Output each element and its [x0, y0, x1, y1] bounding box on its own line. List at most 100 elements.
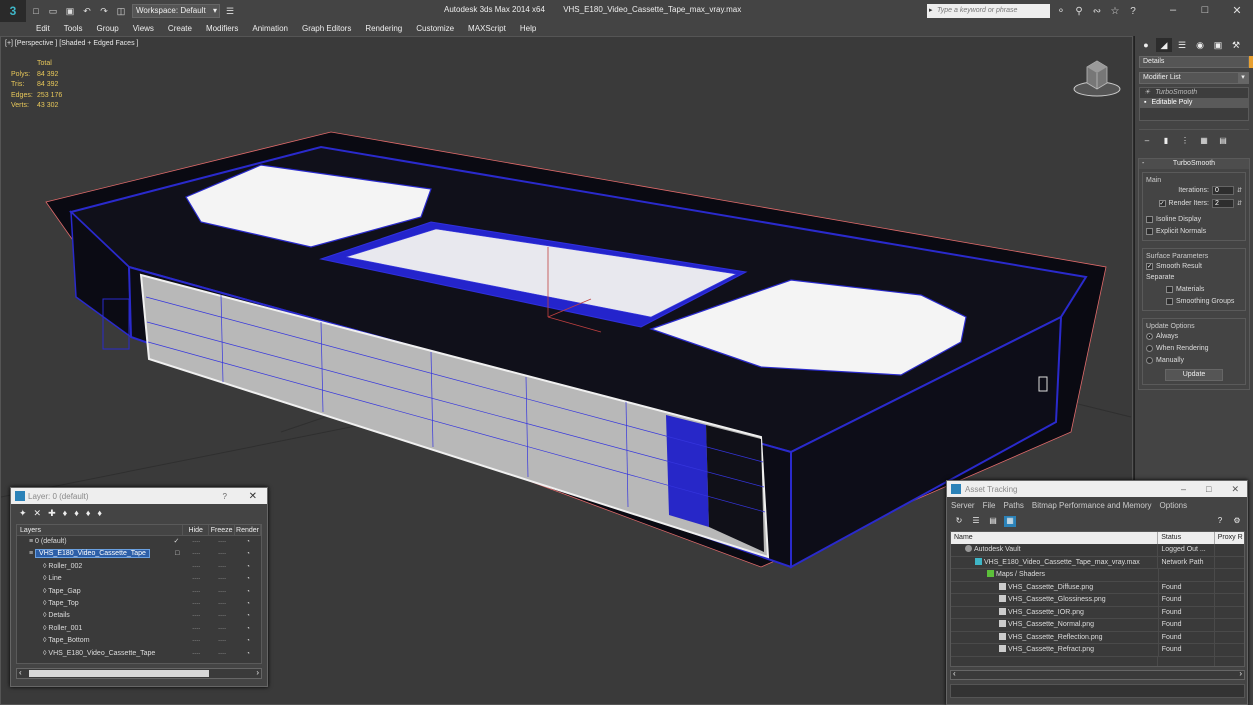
- highlight-layer-icon[interactable]: ♦: [86, 508, 91, 518]
- asset-menu-paths[interactable]: Paths: [1003, 501, 1023, 510]
- table-view-icon[interactable]: ▤: [987, 516, 999, 527]
- render-teapot-icon[interactable]: ◔: [235, 623, 261, 635]
- render-teapot-icon[interactable]: ◔: [235, 610, 261, 622]
- expand-icon[interactable]: ▪: [1144, 98, 1146, 108]
- menu-item-customize[interactable]: Customize: [416, 22, 454, 36]
- make-unique-icon[interactable]: ⋮: [1177, 134, 1193, 146]
- render-teapot-icon[interactable]: ◔: [235, 586, 261, 598]
- scroll-right-icon[interactable]: ›: [1239, 669, 1242, 678]
- layer-name[interactable]: Tape_Bottom: [48, 637, 89, 644]
- column-name[interactable]: Name: [951, 532, 1159, 544]
- layer-row[interactable]: ≡ 0 (default) ✓ ---- ---- ◔: [17, 536, 261, 548]
- scroll-right-icon[interactable]: ›: [256, 668, 259, 677]
- motion-tab-icon[interactable]: ◉: [1192, 38, 1208, 52]
- freeze-toggle[interactable]: ----: [209, 536, 235, 548]
- freeze-toggle[interactable]: ----: [209, 573, 235, 585]
- layer-row[interactable]: ◊ Tape_Bottom ---- ---- ◔: [17, 635, 261, 647]
- minimize-icon[interactable]: –: [1157, 0, 1189, 20]
- hide-toggle[interactable]: ----: [183, 536, 209, 548]
- hide-toggle[interactable]: ----: [183, 635, 209, 647]
- remove-modifier-icon[interactable]: ▦: [1196, 134, 1212, 146]
- search-input[interactable]: Type a keyword or phrase: [927, 4, 1050, 18]
- freeze-toggle[interactable]: ----: [209, 610, 235, 622]
- menu-item-graph-editors[interactable]: Graph Editors: [302, 22, 351, 36]
- column-status[interactable]: Status: [1158, 532, 1215, 544]
- asset-menu-file[interactable]: File: [983, 501, 996, 510]
- close-icon[interactable]: ✕: [249, 491, 257, 502]
- layer-name[interactable]: Details: [48, 612, 69, 619]
- communication-icon[interactable]: ∾: [1090, 4, 1104, 18]
- menu-item-animation[interactable]: Animation: [252, 22, 288, 36]
- asset-menu-bitmap-performance-and-memory[interactable]: Bitmap Performance and Memory: [1032, 501, 1152, 510]
- layer-name[interactable]: Tape_Top: [48, 600, 78, 607]
- object-name-field[interactable]: Details: [1139, 56, 1253, 68]
- menu-item-tools[interactable]: Tools: [64, 22, 83, 36]
- minimize-icon[interactable]: –: [1181, 484, 1186, 495]
- freeze-toggle[interactable]: ----: [209, 561, 235, 573]
- asset-row[interactable]: VHS_Cassette_Normal.png Found: [951, 619, 1244, 632]
- close-icon[interactable]: ✕: [1221, 0, 1253, 20]
- layer-window-titlebar[interactable]: Layer: 0 (default) ? ✕: [11, 488, 267, 504]
- open-file-icon[interactable]: ▭: [46, 4, 60, 18]
- column-freeze[interactable]: Freeze: [209, 525, 236, 535]
- app-logo-button[interactable]: 3: [0, 0, 26, 22]
- menu-item-group[interactable]: Group: [96, 22, 118, 36]
- layer-row[interactable]: ◊ Roller_001 ---- ---- ◔: [17, 623, 261, 635]
- iterations-spinner[interactable]: 0: [1212, 186, 1234, 195]
- viewcube-icon[interactable]: [1071, 55, 1127, 99]
- layer-row[interactable]: ◊ Line ---- ---- ◔: [17, 573, 261, 585]
- pin-stack-icon[interactable]: –: [1139, 134, 1155, 146]
- render-iters-checkbox[interactable]: ✓: [1158, 200, 1166, 207]
- layer-name[interactable]: Roller_001: [48, 625, 82, 632]
- update-button[interactable]: Update: [1165, 369, 1223, 381]
- object-color-swatch[interactable]: [1249, 56, 1253, 68]
- when-rendering-radio[interactable]: [1146, 344, 1153, 352]
- freeze-toggle[interactable]: ----: [209, 586, 235, 598]
- render-teapot-icon[interactable]: ◔: [235, 561, 261, 573]
- active-layer-icon[interactable]: ✓: [173, 536, 179, 548]
- active-layer-icon[interactable]: □: [175, 548, 179, 560]
- project-folder-icon[interactable]: ◫: [114, 4, 128, 18]
- materials-checkbox[interactable]: [1166, 285, 1173, 293]
- lightbulb-icon[interactable]: ☀: [1144, 88, 1150, 98]
- maximize-icon[interactable]: □: [1189, 0, 1221, 20]
- layer-horizontal-scrollbar[interactable]: ‹ ›: [16, 668, 262, 679]
- stack-item-turbosmooth[interactable]: ☀ TurboSmooth: [1140, 88, 1248, 98]
- save-icon[interactable]: ▣: [63, 4, 77, 18]
- layer-name[interactable]: Line: [48, 575, 61, 582]
- asset-row[interactable]: Autodesk Vault Logged Out ...: [951, 544, 1244, 557]
- new-file-icon[interactable]: □: [29, 4, 43, 18]
- hide-toggle[interactable]: ----: [183, 598, 209, 610]
- add-to-layer-icon[interactable]: ✚: [48, 508, 56, 519]
- menu-item-rendering[interactable]: Rendering: [365, 22, 402, 36]
- configure-sets-icon[interactable]: ▤: [1215, 134, 1231, 146]
- hide-toggle[interactable]: ----: [183, 610, 209, 622]
- render-iters-spinner[interactable]: 2: [1212, 199, 1234, 208]
- isoline-checkbox[interactable]: [1146, 215, 1153, 223]
- binoculars-icon[interactable]: ⚬: [1054, 4, 1068, 18]
- menu-item-help[interactable]: Help: [520, 22, 536, 36]
- redo-icon[interactable]: ↷: [97, 4, 111, 18]
- layer-row[interactable]: ◊ Details ---- ---- ◔: [17, 610, 261, 622]
- utilities-tab-icon[interactable]: ⚒: [1228, 38, 1244, 52]
- viewport-label[interactable]: [+] [Perspective ] [Shaded + Edged Faces…: [5, 40, 138, 47]
- help-icon[interactable]: ?: [1214, 516, 1226, 527]
- explicit-normals-checkbox[interactable]: [1146, 227, 1153, 235]
- rollout-header[interactable]: TurboSmooth: [1139, 159, 1249, 169]
- undo-icon[interactable]: ↶: [80, 4, 94, 18]
- layer-row[interactable]: ◊ Roller_002 ---- ---- ◔: [17, 561, 261, 573]
- asset-window-titlebar[interactable]: Asset Tracking – □ ✕: [947, 481, 1247, 497]
- create-layer-icon[interactable]: ✦: [19, 508, 27, 519]
- menu-item-create[interactable]: Create: [168, 22, 192, 36]
- display-tab-icon[interactable]: ▣: [1210, 38, 1226, 52]
- help-icon[interactable]: ?: [1126, 4, 1140, 18]
- select-layer-icon[interactable]: ♦: [74, 508, 79, 518]
- help-button[interactable]: ?: [223, 492, 227, 501]
- always-radio[interactable]: [1146, 332, 1153, 340]
- list-view-icon[interactable]: ☰: [970, 516, 982, 527]
- maximize-icon[interactable]: □: [1206, 484, 1211, 495]
- spinner-arrows-icon[interactable]: ⇵: [1237, 187, 1242, 194]
- layer-row[interactable]: ◊ VHS_E180_Video_Cassette_Tape ---- ---- ◔: [17, 648, 261, 660]
- workspace-dropdown[interactable]: Workspace: Default ▾: [132, 4, 220, 18]
- workspace-menu-icon[interactable]: ☰: [223, 4, 237, 18]
